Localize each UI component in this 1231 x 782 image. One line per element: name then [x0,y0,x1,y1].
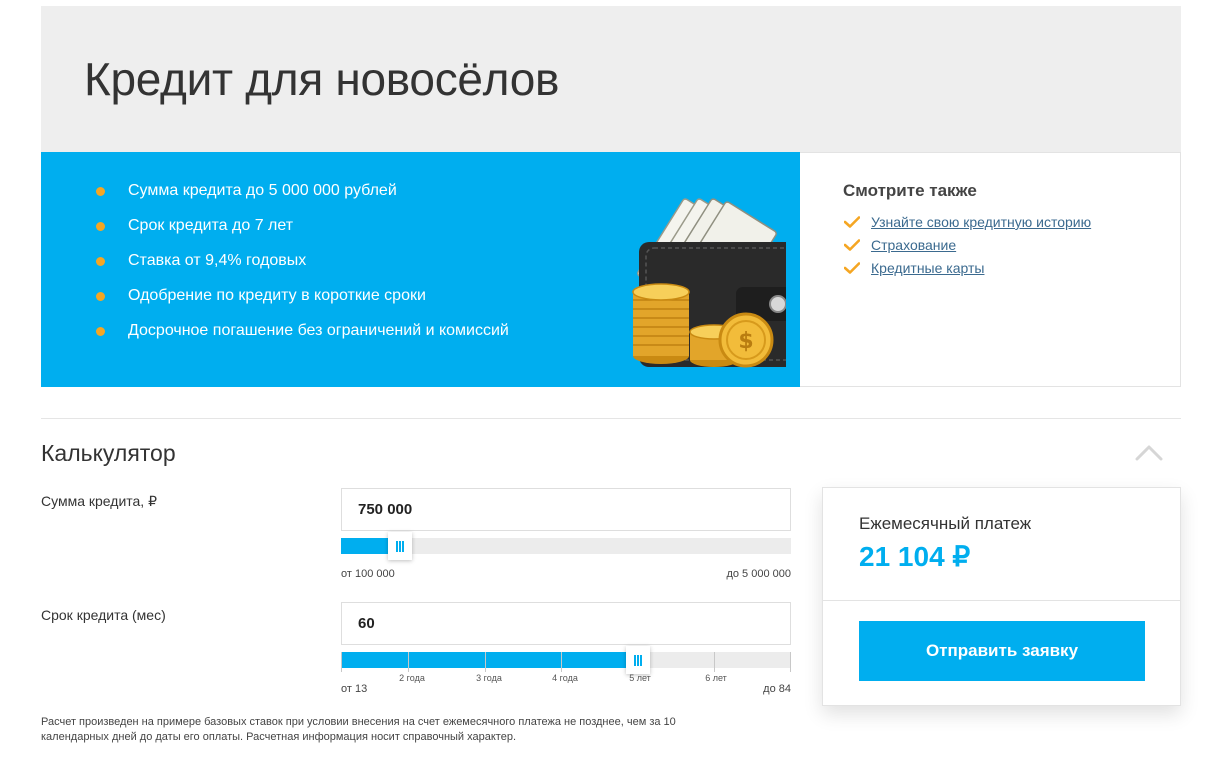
insurance-link[interactable]: Страхование [871,237,956,253]
see-also-item: Страхование [844,236,1091,259]
amount-input[interactable] [341,488,791,531]
feature-item: Одобрение по кредиту в короткие сроки [96,285,509,320]
monthly-payment-label: Ежемесячный платеж [859,514,1032,533]
features-panel: Сумма кредита до 5 000 000 рублей Срок к… [41,152,800,387]
features-list: Сумма кредита до 5 000 000 рублей Срок к… [96,180,509,355]
term-tick [714,652,715,672]
section-divider [41,418,1181,419]
amount-max-label: до 5 000 000 [726,568,791,580]
bullet-icon [96,222,105,231]
term-label: Срок кредита (мес) [41,607,166,623]
term-tick-label: 2 года [399,673,425,683]
see-also-panel: Смотрите также Узнайте свою кредитную ис… [800,152,1181,387]
bullet-icon [96,327,105,336]
page-title: Кредит для новосёлов [84,53,560,105]
term-tick [341,652,342,672]
term-tick [790,652,791,672]
amount-slider-handle[interactable] [388,532,412,560]
term-min-label: от 13 [341,683,368,695]
term-slider-handle[interactable] [626,646,650,674]
term-max-label: до 84 [763,683,791,695]
calculator-title: Калькулятор [41,440,176,466]
wallet-money-icon: $ [632,198,786,368]
monthly-payment-value: 21 104 ₽ [859,541,971,572]
see-also-item: Узнайте свою кредитную историю [844,213,1091,236]
submit-application-button[interactable]: Отправить заявку [859,621,1145,681]
check-icon [844,239,860,251]
credit-history-link[interactable]: Узнайте свою кредитную историю [871,214,1091,230]
bullet-icon [96,187,105,196]
disclaimer-text: Расчет произведен на примере базовых ста… [41,716,676,743]
svg-text:$: $ [738,329,753,354]
result-divider [823,600,1180,601]
bullet-icon [96,292,105,301]
term-tick-label: 6 лет [705,673,727,683]
credit-cards-link[interactable]: Кредитные карты [871,260,984,276]
feature-item: Досрочное погашение без ограничений и ко… [96,320,509,355]
grip-icon [396,540,404,552]
page: Кредит для новосёлов Сумма кредита до 5 … [0,0,1231,782]
feature-item: Срок кредита до 7 лет [96,215,509,250]
hero-banner: Кредит для новосёлов [41,6,1181,152]
term-slider-fill [341,652,638,668]
chevron-up-icon[interactable] [1135,443,1163,461]
grip-icon [634,654,642,666]
term-tick [485,652,486,672]
feature-text: Срок кредита до 7 лет [128,217,294,234]
feature-text: Сумма кредита до 5 000 000 рублей [128,182,397,199]
see-also-list: Узнайте свою кредитную историю Страхован… [844,213,1091,282]
term-tick-label: 5 лет [629,673,651,683]
bullet-icon [96,257,105,266]
amount-slider[interactable] [341,532,791,560]
check-icon [844,262,860,274]
amount-min-label: от 100 000 [341,568,395,580]
feature-item: Ставка от 9,4% годовых [96,250,509,285]
feature-text: Досрочное погашение без ограничений и ко… [128,322,509,339]
check-icon [844,216,860,228]
see-also-item: Кредитные карты [844,259,1091,282]
term-tick-label: 3 года [476,673,502,683]
term-slider[interactable] [341,646,791,674]
term-tick-label: 4 года [552,673,578,683]
feature-item: Сумма кредита до 5 000 000 рублей [96,180,509,215]
term-tick [561,652,562,672]
term-input[interactable] [341,602,791,645]
term-tick [408,652,409,672]
result-card: Ежемесячный платеж 21 104 ₽ Отправить за… [822,487,1181,706]
feature-text: Ставка от 9,4% годовых [128,252,307,269]
see-also-title: Смотрите также [843,181,977,200]
amount-label: Сумма кредита, ₽ [41,493,157,509]
feature-text: Одобрение по кредиту в короткие сроки [128,287,426,304]
